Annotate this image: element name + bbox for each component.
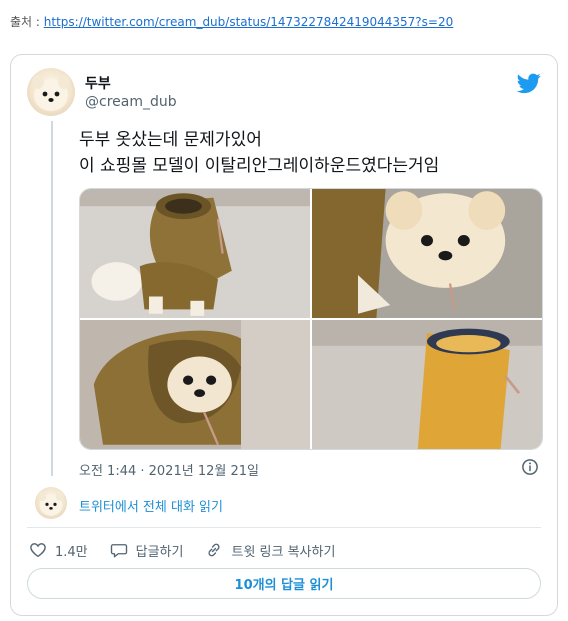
reply-button[interactable]: 답글하기 (110, 541, 184, 560)
photo-dog-in-hood (80, 320, 310, 449)
photo-4[interactable] (312, 320, 542, 449)
dog-face-avatar-image (38, 491, 64, 516)
action-bar: 1.4만 답글하기 트윗 링크 복사하기 (29, 539, 357, 561)
link-icon (208, 543, 221, 557)
tweet-timestamp[interactable]: 오전 1:44 · 2021년 12월 21일 (79, 460, 259, 479)
source-label: 출처 : (10, 15, 44, 29)
avatar[interactable] (27, 68, 75, 116)
thread-avatar[interactable] (35, 487, 67, 519)
photo-dog-face-closeup (312, 189, 542, 318)
source-line: 출처 : https://twitter.com/cream_dub/statu… (10, 13, 453, 30)
read-conversation-link[interactable]: 트위터에서 전체 대화 읽기 (79, 496, 223, 515)
tweet-text-line: 이 쇼핑몰 모델이 이탈리안그레이하운드였다는거임 (79, 156, 440, 176)
tweet-embed-card: 두부 @cream_dub 두부 옷샀는데 문제가있어 이 쇼핑몰 모델이 이탈… (10, 54, 558, 616)
user-handle[interactable]: @cream_dub (85, 94, 177, 110)
tweet-text: 두부 옷샀는데 문제가있어 이 쇼핑몰 모델이 이탈리안그레이하운드였다는거임 (79, 127, 439, 179)
copy-link-button[interactable]: 트윗 링크 복사하기 (205, 541, 335, 560)
dog-face-avatar-image (32, 75, 70, 111)
photo-2[interactable] (312, 189, 542, 318)
heart-icon (30, 543, 46, 558)
photo-1[interactable] (80, 189, 310, 318)
tweet-text-line: 두부 옷샀는데 문제가있어 (79, 130, 262, 150)
photo-3[interactable] (80, 320, 310, 449)
speech-bubble-icon (110, 544, 127, 558)
display-name[interactable]: 두부 (85, 73, 111, 93)
twitter-bird-icon[interactable] (517, 71, 541, 95)
like-count: 1.4만 (55, 544, 88, 560)
divider (27, 527, 541, 528)
reply-label: 답글하기 (135, 544, 184, 560)
thread-line (51, 121, 53, 476)
source-link[interactable]: https://twitter.com/cream_dub/status/147… (44, 15, 453, 29)
read-replies-label: 10개의 답글 읽기 (234, 578, 334, 593)
like-button[interactable]: 1.4만 (29, 541, 88, 560)
info-icon[interactable] (521, 458, 539, 476)
media-grid (79, 188, 543, 450)
photo-hoodie-inside (312, 320, 542, 449)
read-replies-button[interactable]: 10개의 답글 읽기 (27, 568, 541, 599)
photo-dog-hoodie-standing (80, 189, 310, 318)
copy-link-label: 트윗 링크 복사하기 (231, 544, 336, 560)
